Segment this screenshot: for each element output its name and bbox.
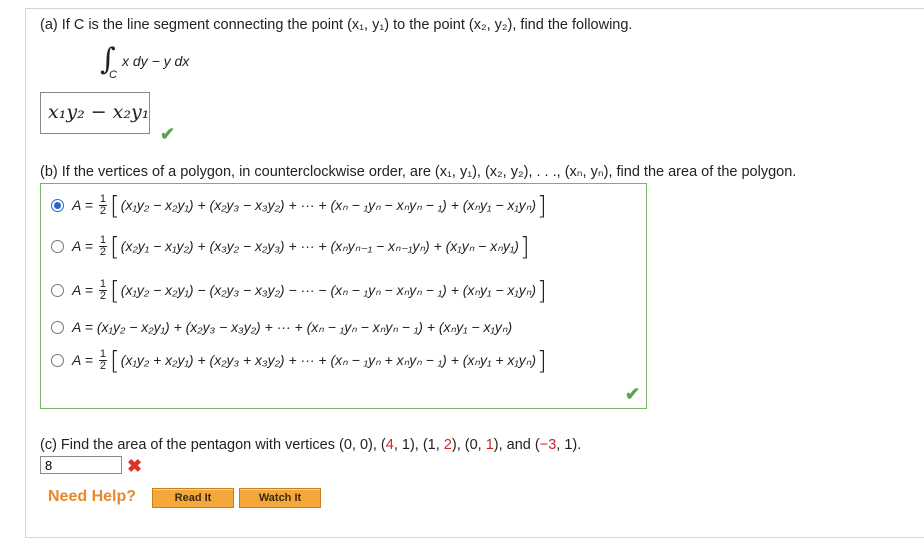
- read-it-button[interactable]: Read It: [152, 488, 234, 508]
- choice-expression: (x₁y₂ − x₂y₁) + (x₂y₃ − x₃y₂) + ··· + (x…: [96, 318, 513, 335]
- choice-1[interactable]: A = 1 2[(x₁y₂ − x₂y₁) + (x₂y₃ − x₃y₂) + ··…: [51, 190, 548, 220]
- choice-3[interactable]: A = 1 2[(x₁y₂ − x₂y₁) − (x₂y₃ − x₃y₂) − ··…: [51, 275, 548, 305]
- radio-button[interactable]: [51, 239, 64, 253]
- choice-4[interactable]: A = (x₁y₂ − x₂y₁) + (x₂y₃ − x₃y₂) + ··· +…: [51, 312, 512, 342]
- left-bracket: [: [110, 190, 120, 220]
- fraction-one-half: 12: [98, 192, 108, 217]
- right-bracket: ]: [519, 231, 530, 261]
- part-c-cross-icon: ✖: [127, 456, 143, 476]
- value-4: 4: [385, 437, 394, 453]
- radio-button[interactable]: [51, 320, 64, 334]
- part-a-question: (a) If C is the line segment connecting …: [40, 17, 633, 33]
- left-bracket: [: [110, 231, 120, 261]
- choice-2[interactable]: A = 1 2[(x₂y₁ − x₁y₂) + (x₃y₂ − x₂y₃) + ··…: [51, 231, 531, 261]
- integrand: x dy − y dx: [122, 53, 190, 69]
- part-a-answer-box[interactable]: x₁y₂ − x₂y₁: [40, 92, 150, 134]
- right-bracket: ]: [537, 345, 547, 375]
- choice-prefix: A =: [72, 282, 93, 298]
- choice-expression: (x₂y₁ − x₁y₂) + (x₃y₂ − x₂y₃) + ··· + (x…: [120, 237, 519, 254]
- right-bracket: ]: [537, 275, 547, 305]
- integral-subscript: C: [109, 69, 117, 81]
- part-a-check-icon: ✔: [160, 124, 176, 144]
- value-neg3: −3: [539, 437, 557, 453]
- radio-button[interactable]: [51, 283, 64, 297]
- choice-prefix: A =: [72, 238, 93, 254]
- part-c-question: (c) Find the area of the pentagon with v…: [40, 437, 582, 453]
- choice-expression: (x₁y₂ − x₂y₁) + (x₂y₃ − x₃y₂) + ··· + (x…: [120, 196, 537, 213]
- choice-prefix: A =: [72, 197, 93, 213]
- part-b-check-icon: ✔: [625, 384, 641, 404]
- part-b-choices: A = 1 2[(x₁y₂ − x₂y₁) + (x₂y₃ − x₃y₂) + ··…: [40, 183, 647, 409]
- watch-it-button[interactable]: Watch It: [239, 488, 321, 508]
- integral-expression: ∫ C x dy − y dx: [100, 42, 189, 81]
- fraction-one-half: 12: [98, 233, 108, 258]
- choice-prefix: A =: [72, 352, 93, 368]
- choice-expression: (x₁y₂ + x₂y₁) + (x₂y₃ + x₃y₂) + ··· + (x…: [120, 351, 537, 368]
- right-bracket: ]: [537, 190, 547, 220]
- radio-button[interactable]: [51, 353, 64, 367]
- fraction-one-half: 12: [98, 277, 108, 302]
- part-a-answer: x₁y₂ − x₂y₁: [48, 101, 150, 123]
- choice-expression: (x₁y₂ − x₂y₁) − (x₂y₃ − x₃y₂) − ··· − (x…: [120, 281, 537, 298]
- left-bracket: [: [110, 275, 120, 305]
- fraction-one-half: 12: [98, 347, 108, 372]
- left-bracket: [: [110, 345, 120, 375]
- value-1: 1: [485, 437, 494, 453]
- value-2: 2: [443, 437, 452, 453]
- need-help-label: Need Help?: [48, 488, 137, 505]
- choice-prefix: A =: [72, 319, 93, 335]
- part-b-question: (b) If the vertices of a polygon, in cou…: [40, 164, 797, 180]
- part-c-answer-input[interactable]: [40, 456, 122, 474]
- radio-button[interactable]: [51, 198, 64, 212]
- choice-5[interactable]: A = 1 2[(x₁y₂ + x₂y₁) + (x₂y₃ + x₃y₂) + ··…: [51, 345, 548, 375]
